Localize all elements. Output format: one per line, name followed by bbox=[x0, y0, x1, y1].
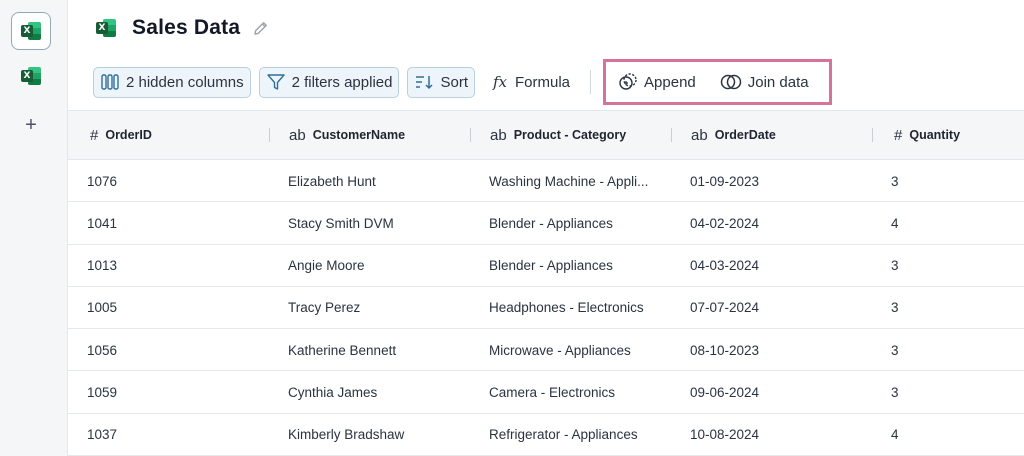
cell-customername[interactable]: Elizabeth Hunt bbox=[288, 160, 376, 202]
cell-product-category[interactable]: Blender - Appliances bbox=[489, 202, 613, 244]
highlight-box: Append Join data bbox=[603, 59, 832, 105]
filters-button[interactable]: 2 filters applied bbox=[258, 66, 400, 98]
sidebar: X X + bbox=[0, 0, 68, 456]
cell-product-category[interactable]: Refrigerator - Appliances bbox=[489, 414, 638, 456]
table-row[interactable]: 1037 Kimberly Bradshaw Refrigerator - Ap… bbox=[68, 414, 1024, 456]
table-header: # OrderID ab CustomerName ab Product - C… bbox=[68, 110, 1024, 160]
cell-orderdate[interactable]: 04-03-2024 bbox=[690, 245, 759, 287]
text-type-icon: ab bbox=[691, 126, 708, 144]
table-row[interactable]: 1059 Cynthia James Camera - Electronics … bbox=[68, 371, 1024, 414]
sidebar-file-sales-data[interactable]: X bbox=[11, 12, 51, 50]
column-header-product-category[interactable]: ab Product - Category bbox=[490, 111, 626, 159]
cell-orderid[interactable]: 1076 bbox=[87, 160, 117, 202]
cell-orderdate[interactable]: 01-09-2023 bbox=[690, 160, 759, 202]
cell-orderdate[interactable]: 08-10-2023 bbox=[690, 329, 759, 371]
formula-icon: fx bbox=[493, 73, 508, 91]
excel-icon: X bbox=[21, 67, 41, 85]
formula-label: Formula bbox=[515, 73, 571, 91]
cell-customername[interactable]: Cynthia James bbox=[288, 371, 377, 413]
toolbar: 2 hidden columns 2 filters applied Sort … bbox=[93, 59, 832, 105]
cell-orderid[interactable]: 1005 bbox=[87, 287, 117, 329]
sidebar-file-2[interactable]: X bbox=[11, 57, 51, 95]
join-label: Join data bbox=[747, 73, 809, 91]
column-name: Quantity bbox=[909, 128, 961, 142]
columns-icon bbox=[100, 73, 120, 91]
column-header-orderid[interactable]: # OrderID bbox=[90, 111, 152, 159]
cell-orderid[interactable]: 1041 bbox=[87, 202, 117, 244]
join-icon bbox=[720, 73, 742, 91]
add-file-button[interactable]: + bbox=[11, 112, 51, 138]
cell-quantity[interactable]: 3 bbox=[891, 160, 899, 202]
hidden-columns-button[interactable]: 2 hidden columns bbox=[93, 66, 251, 98]
append-label: Append bbox=[644, 73, 696, 91]
cell-product-category[interactable]: Blender - Appliances bbox=[489, 245, 613, 287]
sort-icon bbox=[414, 73, 434, 91]
column-name: OrderID bbox=[105, 128, 152, 142]
column-header-quantity[interactable]: # Quantity bbox=[894, 111, 960, 159]
cell-orderid[interactable]: 1056 bbox=[87, 329, 117, 371]
cell-quantity[interactable]: 3 bbox=[891, 287, 899, 329]
pencil-icon[interactable] bbox=[252, 20, 269, 37]
cell-quantity[interactable]: 3 bbox=[891, 245, 899, 287]
table-row[interactable]: 1076 Elizabeth Hunt Washing Machine - Ap… bbox=[68, 160, 1024, 203]
column-resize-handle[interactable] bbox=[671, 128, 672, 142]
append-button[interactable]: Append bbox=[612, 67, 702, 98]
cell-quantity[interactable]: 3 bbox=[891, 329, 899, 371]
cell-quantity[interactable]: 4 bbox=[891, 202, 899, 244]
cell-orderdate[interactable]: 07-07-2024 bbox=[690, 287, 759, 329]
filters-label: 2 filters applied bbox=[291, 73, 393, 91]
column-name: Product - Category bbox=[513, 128, 627, 142]
cell-quantity[interactable]: 3 bbox=[891, 371, 899, 413]
column-header-customername[interactable]: ab CustomerName bbox=[289, 111, 405, 159]
filter-icon bbox=[266, 73, 286, 91]
column-name: CustomerName bbox=[312, 128, 406, 142]
excel-icon: X bbox=[96, 19, 116, 37]
column-resize-handle[interactable] bbox=[872, 128, 873, 142]
cell-orderid[interactable]: 1037 bbox=[87, 414, 117, 456]
append-icon bbox=[618, 72, 638, 92]
cell-product-category[interactable]: Headphones - Electronics bbox=[489, 287, 644, 329]
table-row[interactable]: 1005 Tracy Perez Headphones - Electronic… bbox=[68, 287, 1024, 330]
header: X Sales Data bbox=[96, 14, 269, 42]
cell-orderdate[interactable]: 10-08-2024 bbox=[690, 414, 759, 456]
toolbar-divider bbox=[590, 70, 592, 94]
number-type-icon: # bbox=[90, 126, 99, 144]
cell-customername[interactable]: Katherine Bennett bbox=[288, 329, 396, 371]
sort-label: Sort bbox=[440, 73, 468, 91]
data-table: # OrderID ab CustomerName ab Product - C… bbox=[68, 110, 1024, 456]
formula-button[interactable]: fx Formula bbox=[487, 67, 576, 98]
excel-icon: X bbox=[21, 22, 41, 40]
column-resize-handle[interactable] bbox=[269, 128, 270, 142]
table-row[interactable]: 1056 Katherine Bennett Microwave - Appli… bbox=[68, 329, 1024, 372]
cell-orderid[interactable]: 1013 bbox=[87, 245, 117, 287]
cell-orderdate[interactable]: 04-02-2024 bbox=[690, 202, 759, 244]
join-data-button[interactable]: Join data bbox=[714, 67, 815, 98]
hidden-columns-label: 2 hidden columns bbox=[126, 73, 244, 91]
table-row[interactable]: 1013 Angie Moore Blender - Appliances 04… bbox=[68, 245, 1024, 287]
cell-product-category[interactable]: Camera - Electronics bbox=[489, 371, 615, 413]
text-type-icon: ab bbox=[490, 126, 507, 144]
cell-quantity[interactable]: 4 bbox=[891, 414, 899, 456]
number-type-icon: # bbox=[894, 126, 903, 144]
cell-product-category[interactable]: Microwave - Appliances bbox=[489, 329, 631, 371]
table-row[interactable]: 1041 Stacy Smith DVM Blender - Appliance… bbox=[68, 202, 1024, 245]
text-type-icon: ab bbox=[289, 126, 306, 144]
cell-customername[interactable]: Kimberly Bradshaw bbox=[288, 414, 404, 456]
column-name: OrderDate bbox=[714, 128, 776, 142]
cell-product-category[interactable]: Washing Machine - Appli... bbox=[489, 160, 648, 202]
cell-customername[interactable]: Angie Moore bbox=[288, 245, 365, 287]
cell-orderdate[interactable]: 09-06-2024 bbox=[690, 371, 759, 413]
column-resize-handle[interactable] bbox=[470, 128, 471, 142]
sort-button[interactable]: Sort bbox=[407, 66, 475, 98]
column-header-orderdate[interactable]: ab OrderDate bbox=[691, 111, 776, 159]
cell-orderid[interactable]: 1059 bbox=[87, 371, 117, 413]
page-title: Sales Data bbox=[132, 16, 241, 39]
cell-customername[interactable]: Stacy Smith DVM bbox=[288, 202, 394, 244]
cell-customername[interactable]: Tracy Perez bbox=[288, 287, 360, 329]
